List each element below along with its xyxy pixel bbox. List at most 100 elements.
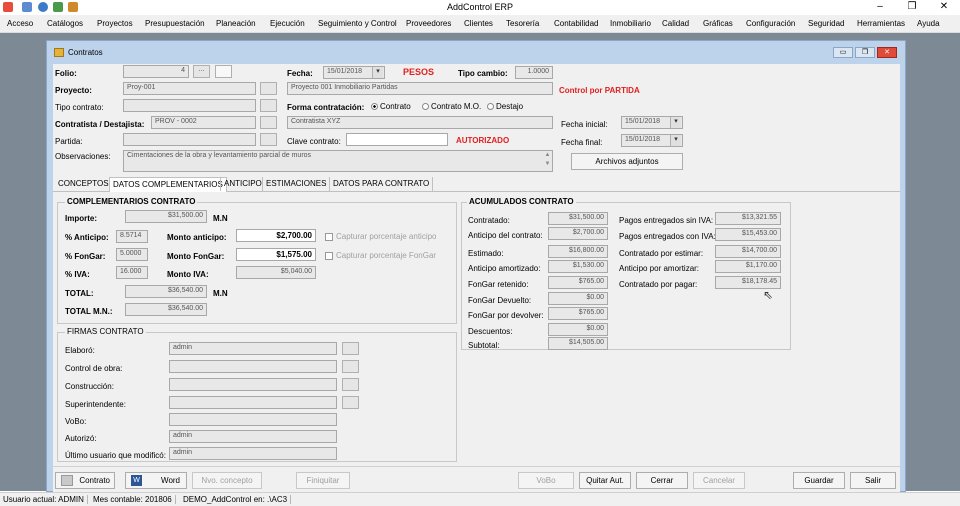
firma-field-elaboro[interactable]: admin [169,342,337,355]
acum-left-value-5: $0.00 [548,292,608,305]
capturar-anticipo-box[interactable] [325,232,333,241]
partida-search-button[interactable] [260,133,277,146]
acum-left-label-3: Anticipo amortizado: [468,264,541,273]
partida-label: Partida: [55,137,83,146]
firma-button-control-obra[interactable] [342,360,359,373]
fecha-final-picker[interactable]: 15/01/2018 [621,134,683,147]
folio-field[interactable]: 4 [123,65,189,78]
minimize-button[interactable]: – [870,1,890,12]
menu-proveedores[interactable]: Proveedores [406,19,451,28]
partida-field[interactable] [123,133,256,146]
menu-ejecucion[interactable]: Ejecución [270,19,305,28]
anticipo-pct-field[interactable]: 8.5714 [116,230,148,243]
firma-button-superintendente[interactable] [342,396,359,409]
acum-left-value-6: $765.00 [548,307,608,320]
close-button[interactable]: ✕ [934,1,954,12]
proyecto-label: Proyecto: [55,86,92,95]
firma-field-construccion[interactable] [169,378,337,391]
acum-right-label-3: Anticipo por amortizar: [619,264,700,273]
cancelar-button[interactable]: Cancelar [693,472,745,489]
menu-acceso[interactable]: Acceso [7,19,33,28]
maximize-button[interactable]: ❐ [902,1,922,12]
cerrar-button[interactable]: Cerrar [636,472,688,489]
firma-button-construccion[interactable] [342,378,359,391]
menu-planeacion[interactable]: Planeación [216,19,256,28]
status-usuario: Usuario actual: ADMIN [0,495,88,504]
quitar-aut-button[interactable]: Quitar Aut. [579,472,631,489]
capturar-fongar-label: Capturar porcentaje FonGar [336,251,437,260]
tab-estimaciones[interactable]: ESTIMACIONES [262,177,329,191]
nvo-concepto-button[interactable]: Nvo. concepto [192,472,262,489]
observaciones-label: Observaciones: [55,152,111,161]
folio-label: Folio: [55,69,77,78]
tipo-cambio-field[interactable]: 1.0000 [515,66,553,79]
firma-button-elaboro[interactable] [342,342,359,355]
folio-search-button[interactable]: … [193,65,210,78]
radio-destajo-dot[interactable] [487,103,494,111]
firma-field-vobo[interactable] [169,413,337,426]
firma-label-superintendente: Superintendente: [65,400,126,409]
menu-ayuda[interactable]: Ayuda [917,19,940,28]
monto-anticipo-field[interactable]: $2,700.00 [236,229,316,242]
firma-label-autorizo: Autorizó: [65,434,97,443]
acum-left-value-7: $0.00 [548,323,608,336]
window-close-button[interactable]: ✕ [877,47,897,58]
tab-datos-para-contrato[interactable]: DATOS PARA CONTRATO [329,177,434,191]
capturar-fongar-box[interactable] [325,251,333,260]
radio-contrato-dot[interactable] [371,103,378,111]
menu-seguimiento[interactable]: Seguimiento y Control [318,19,397,28]
capturar-anticipo-checkbox[interactable]: Capturar porcentaje anticipo [325,232,437,241]
menu-calidad[interactable]: Calidad [662,19,689,28]
firma-field-autorizo[interactable]: admin [169,430,337,443]
observaciones-scrollbar[interactable]: ▲ ▼ [543,151,552,171]
guardar-button[interactable]: Guardar [793,472,845,489]
contratista-field[interactable]: PROV - 0002 [151,116,256,129]
firma-field-control-obra[interactable] [169,360,337,373]
menu-tesoreria[interactable]: Tesorería [506,19,539,28]
tab-datos-complementarios[interactable]: DATOS COMPLEMENTARIOS [109,177,227,192]
fongar-pct-field[interactable]: 5.0000 [116,248,148,261]
fecha-picker[interactable]: 15/01/2018 [323,66,385,79]
fecha-inicial-picker[interactable]: 15/01/2018 [621,116,683,129]
tipo-contrato-field[interactable] [123,99,256,112]
tab-strip: CONCEPTOS DATOS COMPLEMENTARIOS ANTICIPO… [53,177,900,192]
importe-label: Importe: [65,214,97,223]
control-por-label: Control por PARTIDA [559,86,640,95]
folio-new-icon[interactable] [215,65,232,78]
tab-anticipo[interactable]: ANTICIPO [220,177,265,191]
menu-contabilidad[interactable]: Contabilidad [554,19,598,28]
radio-contrato[interactable]: Contrato [371,102,411,111]
salir-button[interactable]: Salir [850,472,896,489]
menu-graficas[interactable]: Gráficas [703,19,733,28]
menu-proyectos[interactable]: Proyectos [97,19,133,28]
menu-catalogos[interactable]: Catálogos [47,19,83,28]
contratista-search-button[interactable] [260,116,277,129]
archivos-adjuntos-button[interactable]: Archivos adjuntos [571,153,683,170]
monto-fongar-field[interactable]: $1,575.00 [236,248,316,261]
vobo-button[interactable]: VoBo [518,472,574,489]
radio-destajo[interactable]: Destajo [487,102,523,111]
firma-label-vobo: VoBo: [65,417,87,426]
menu-clientes[interactable]: Clientes [464,19,493,28]
proyecto-search-button[interactable] [260,82,277,95]
firmas-title: FIRMAS CONTRATO [65,327,146,336]
proyecto-field[interactable]: Proy-001 [123,82,256,95]
window-restore-button[interactable]: ❐ [855,47,875,58]
menu-seguridad[interactable]: Seguridad [808,19,844,28]
firma-field-superintendente[interactable] [169,396,337,409]
menu-presupuestacion[interactable]: Presupuestación [145,19,205,28]
capturar-fongar-checkbox[interactable]: Capturar porcentaje FonGar [325,251,436,260]
menu-herramientas[interactable]: Herramientas [857,19,905,28]
radio-contrato-mo-dot[interactable] [422,103,429,111]
iva-pct-field[interactable]: 16.000 [116,266,148,279]
tab-conceptos[interactable]: CONCEPTOS [55,177,112,191]
window-minimize-button[interactable]: ▭ [833,47,853,58]
clave-contrato-field[interactable] [346,133,448,146]
radio-contrato-mo[interactable]: Contrato M.O. [422,102,481,111]
window-title: Contratos [68,48,103,57]
tipo-contrato-search-button[interactable] [260,99,277,112]
finiquitar-button[interactable]: Finiquitar [296,472,350,489]
menu-configuracion[interactable]: Configuración [746,19,795,28]
observaciones-field[interactable]: Cimentaciones de la obra y levantamiento… [123,150,553,172]
menu-inmobiliario[interactable]: Inmobiliario [610,19,651,28]
